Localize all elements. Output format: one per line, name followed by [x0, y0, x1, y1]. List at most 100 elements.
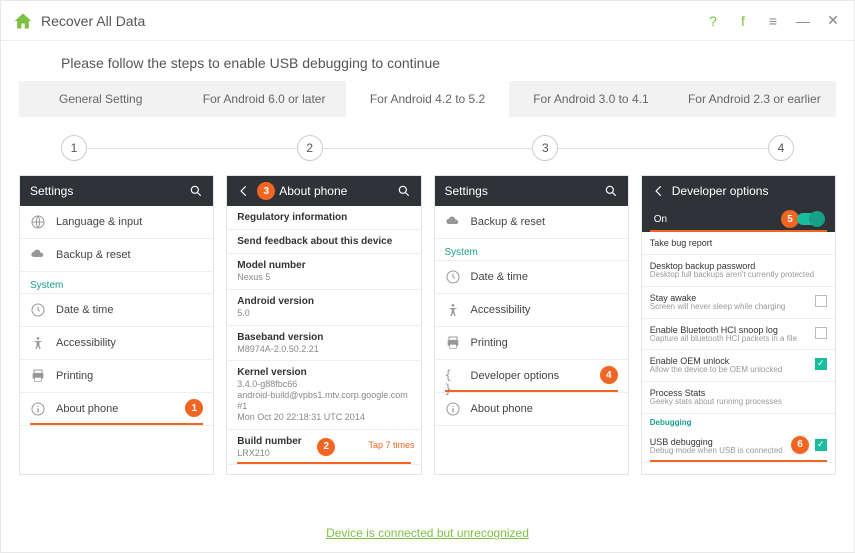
- row-kernel: Kernel version3.4.0-g88fbc66 android-bui…: [227, 361, 420, 429]
- row-about-phone: About phone: [435, 393, 628, 426]
- row-developer-options: { }Developer options4: [435, 360, 628, 393]
- checkbox: [815, 295, 827, 307]
- panel-4: Developer options On 5 Take bug report D…: [641, 175, 836, 475]
- instruction-text: Please follow the steps to enable USB de…: [1, 41, 854, 81]
- row-datetime: Date & time: [435, 261, 628, 294]
- row-label: Backup & reset: [471, 216, 546, 228]
- row-baseband: Baseband versionM8974A-2.0.50.2.21: [227, 326, 420, 362]
- search-icon: [604, 184, 618, 198]
- accessibility-icon: [445, 302, 461, 318]
- dev-desc: Debug mode when USB is connected: [650, 447, 811, 456]
- info-value: 5.0: [237, 308, 410, 319]
- search-icon: [189, 184, 203, 198]
- row-android-version: Android version5.0: [227, 290, 420, 326]
- info-label: Android version: [237, 296, 410, 307]
- info-label: Model number: [237, 260, 410, 271]
- underline: [650, 460, 827, 462]
- dev-desc: Capture all bluetooth HCI packets in a f…: [650, 335, 811, 344]
- printer-icon: [445, 335, 461, 351]
- dev-title: Take bug report: [650, 238, 827, 248]
- row-language: Language & input: [20, 206, 213, 239]
- underline: [30, 423, 203, 425]
- braces-icon: { }: [445, 368, 461, 384]
- row-backup: Backup & reset: [435, 206, 628, 239]
- row-process-stats: Process StatsGeeky stats about running p…: [642, 382, 835, 414]
- panel-1: Settings Language & input Backup & reset…: [19, 175, 214, 475]
- footer-link[interactable]: Device is connected but unrecognized: [326, 526, 529, 540]
- row-label: About phone: [471, 403, 533, 415]
- row-printing: Printing: [20, 360, 213, 393]
- panel2-title: About phone: [279, 184, 347, 198]
- underline: [445, 390, 618, 392]
- row-label: Printing: [471, 337, 508, 349]
- panel-2: 3 About phone Regulatory information Sen…: [226, 175, 421, 475]
- step-1: 1: [61, 135, 87, 161]
- info-value: 3.4.0-g88fbc66 android-build@vpbs1.mtv.c…: [237, 379, 410, 422]
- badge-3: 3: [257, 182, 275, 200]
- panel4-header: Developer options: [642, 176, 835, 206]
- clock-icon: [30, 302, 46, 318]
- row-backup: Backup & reset: [20, 239, 213, 272]
- cloud-icon: [445, 214, 461, 230]
- row-printing: Printing: [435, 327, 628, 360]
- underline: [237, 462, 410, 464]
- row-model: Model numberNexus 5: [227, 254, 420, 290]
- help-icon[interactable]: ?: [704, 12, 722, 30]
- home-icon: [13, 11, 33, 31]
- back-icon: [652, 184, 666, 198]
- titlebar: Recover All Data ? f ≡ — ✕: [1, 1, 854, 41]
- info-icon: [445, 401, 461, 417]
- row-accessibility: Accessibility: [20, 327, 213, 360]
- row-label: Accessibility: [471, 304, 531, 316]
- panel3-title: Settings: [445, 184, 488, 198]
- row-oem-unlock: Enable OEM unlockAllow the device to be …: [642, 350, 835, 382]
- back-icon: [237, 184, 251, 198]
- checkbox-checked: [815, 439, 827, 451]
- row-label: Language & input: [56, 216, 142, 228]
- tab-android6[interactable]: For Android 6.0 or later: [182, 81, 345, 117]
- step-4: 4: [768, 135, 794, 161]
- panel3-header: Settings: [435, 176, 628, 206]
- tab-android42[interactable]: For Android 4.2 to 5.2: [346, 81, 509, 117]
- row-label: Backup & reset: [56, 249, 131, 261]
- info-value: M8974A-2.0.50.2.21: [237, 344, 410, 355]
- panel1-title: Settings: [30, 184, 73, 198]
- panel4-title: Developer options: [672, 184, 769, 198]
- info-label: Regulatory information: [237, 212, 410, 223]
- panel2-header: 3 About phone: [227, 176, 420, 206]
- globe-icon: [30, 214, 46, 230]
- close-icon[interactable]: ✕: [824, 12, 842, 30]
- minimize-icon[interactable]: —: [794, 12, 812, 30]
- row-label: Date & time: [56, 304, 113, 316]
- row-label: Printing: [56, 370, 93, 382]
- step-3: 3: [532, 135, 558, 161]
- checkbox: [815, 327, 827, 339]
- row-build: Build numberLRX2102Tap 7 times: [227, 430, 420, 466]
- tab-android3[interactable]: For Android 3.0 to 4.1: [509, 81, 672, 117]
- row-label: Developer options: [471, 370, 560, 382]
- accessibility-icon: [30, 335, 46, 351]
- section-system: System: [435, 239, 628, 261]
- section-system: System: [20, 272, 213, 294]
- row-usb-debugging: USB debuggingDebug mode when USB is conn…: [642, 431, 835, 463]
- step-2: 2: [297, 135, 323, 161]
- row-datetime: Date & time: [20, 294, 213, 327]
- tab-general[interactable]: General Setting: [19, 81, 182, 117]
- badge-2: 2: [317, 438, 335, 456]
- dev-desc: Desktop full backups aren't currently pr…: [650, 271, 827, 280]
- tab-android23[interactable]: For Android 2.3 or earlier: [673, 81, 836, 117]
- section-debugging: Debugging: [642, 414, 835, 431]
- checkbox-checked: [815, 358, 827, 370]
- app-title: Recover All Data: [41, 13, 145, 29]
- row-desktop-backup: Desktop backup passwordDesktop full back…: [642, 255, 835, 287]
- facebook-icon[interactable]: f: [734, 12, 752, 30]
- footer: Device is connected but unrecognized: [1, 524, 854, 542]
- row-bluetooth-hci: Enable Bluetooth HCI snoop logCapture al…: [642, 319, 835, 351]
- row-label: About phone: [56, 403, 118, 415]
- menu-icon[interactable]: ≡: [764, 12, 782, 30]
- row-accessibility: Accessibility: [435, 294, 628, 327]
- printer-icon: [30, 368, 46, 384]
- tap-hint: Tap 7 times: [368, 440, 414, 450]
- row-label: Accessibility: [56, 337, 116, 349]
- dev-desc: Allow the device to be OEM unlocked: [650, 366, 811, 375]
